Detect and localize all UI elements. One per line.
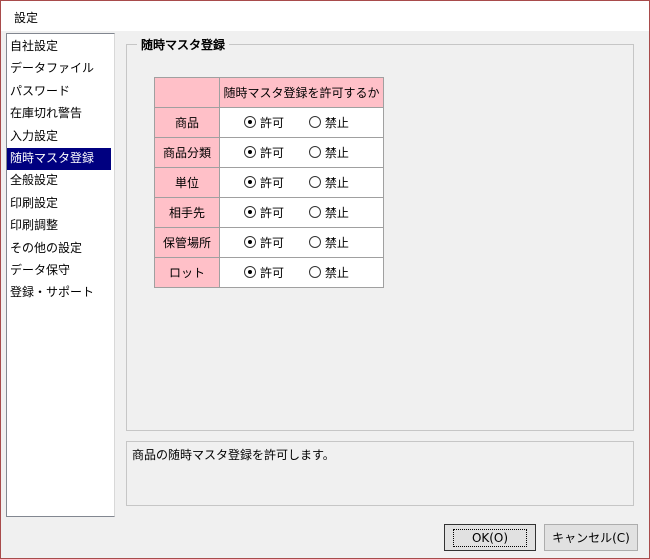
radio-unchecked-icon xyxy=(308,266,321,279)
row-label: 商品 xyxy=(154,107,220,138)
sidebar-item-registration[interactable]: 登録・サポート xyxy=(7,282,114,304)
window-title: 設定 xyxy=(14,11,39,25)
radio-checked-icon xyxy=(244,116,256,129)
allow-radio[interactable]: 許可 xyxy=(244,264,284,281)
table-row: ロット 許可 禁止 xyxy=(154,257,384,288)
radio-checked-icon xyxy=(244,146,256,159)
radio-checked-icon xyxy=(244,266,256,279)
sidebar-item-data-file[interactable]: データファイル xyxy=(7,58,114,80)
allow-radio[interactable]: 許可 xyxy=(244,174,284,191)
allow-radio[interactable]: 許可 xyxy=(244,114,284,131)
radio-unchecked-icon xyxy=(308,116,321,129)
radio-checked-icon xyxy=(244,236,256,249)
allow-radio[interactable]: 許可 xyxy=(244,234,284,251)
row-label: ロット xyxy=(154,257,220,288)
sidebar-item-other[interactable]: その他の設定 xyxy=(7,238,114,260)
row-label: 単位 xyxy=(154,167,220,198)
table-row: 商品分類 許可 禁止 xyxy=(154,137,384,168)
deny-radio[interactable]: 禁止 xyxy=(308,114,349,131)
sidebar-item-data-maintenance[interactable]: データ保守 xyxy=(7,260,114,282)
row-label: 商品分類 xyxy=(154,137,220,168)
sidebar-item-company[interactable]: 自社設定 xyxy=(7,36,114,58)
table-row: 商品 許可 禁止 xyxy=(154,107,384,138)
radio-unchecked-icon xyxy=(308,236,321,249)
sidebar-item-input[interactable]: 入力設定 xyxy=(7,126,114,148)
sidebar-item-password[interactable]: パスワード xyxy=(7,81,114,103)
radio-unchecked-icon xyxy=(308,206,321,219)
cancel-button[interactable]: キャンセル(C) xyxy=(544,524,638,551)
allow-radio[interactable]: 許可 xyxy=(244,204,284,221)
settings-window: 設定 自社設定 データファイル パスワード 在庫切れ警告 入力設定 随時マスタ登… xyxy=(0,0,650,559)
ok-button[interactable]: OK(O) xyxy=(444,524,536,551)
deny-radio[interactable]: 禁止 xyxy=(308,204,349,221)
allow-radio[interactable]: 許可 xyxy=(244,144,284,161)
row-label: 相手先 xyxy=(154,197,220,228)
radio-checked-icon xyxy=(244,206,256,219)
deny-radio[interactable]: 禁止 xyxy=(308,174,349,191)
settings-category-list[interactable]: 自社設定 データファイル パスワード 在庫切れ警告 入力設定 随時マスタ登録 全… xyxy=(6,33,115,517)
table-row: 相手先 許可 禁止 xyxy=(154,197,384,228)
group-title: 随時マスタ登録 xyxy=(137,36,230,53)
adhoc-master-group: 随時マスタ登録 随時マスタ登録を許可するか 商品 許可 禁止 商品分類 許可 禁… xyxy=(126,36,634,431)
sidebar-item-print-adjust[interactable]: 印刷調整 xyxy=(7,215,114,237)
description-box: 商品の随時マスタ登録を許可します。 xyxy=(126,441,634,506)
sidebar-item-stock-warning[interactable]: 在庫切れ警告 xyxy=(7,103,114,125)
radio-unchecked-icon xyxy=(308,146,321,159)
table-row: 保管場所 許可 禁止 xyxy=(154,227,384,258)
title-bar: 設定 xyxy=(1,1,649,31)
permission-table: 随時マスタ登録を許可するか 商品 許可 禁止 商品分類 許可 禁止 単位 許可 xyxy=(154,77,384,288)
column-header: 随時マスタ登録を許可するか xyxy=(219,77,384,108)
deny-radio[interactable]: 禁止 xyxy=(308,144,349,161)
row-label: 保管場所 xyxy=(154,227,220,258)
table-corner xyxy=(154,77,220,108)
sidebar-item-adhoc-master[interactable]: 随時マスタ登録 xyxy=(7,147,111,171)
deny-radio[interactable]: 禁止 xyxy=(308,234,349,251)
sidebar-item-print[interactable]: 印刷設定 xyxy=(7,193,114,215)
deny-radio[interactable]: 禁止 xyxy=(308,264,349,281)
radio-checked-icon xyxy=(244,176,256,189)
radio-unchecked-icon xyxy=(308,176,321,189)
sidebar-item-general[interactable]: 全般設定 xyxy=(7,170,114,192)
table-row: 単位 許可 禁止 xyxy=(154,167,384,198)
